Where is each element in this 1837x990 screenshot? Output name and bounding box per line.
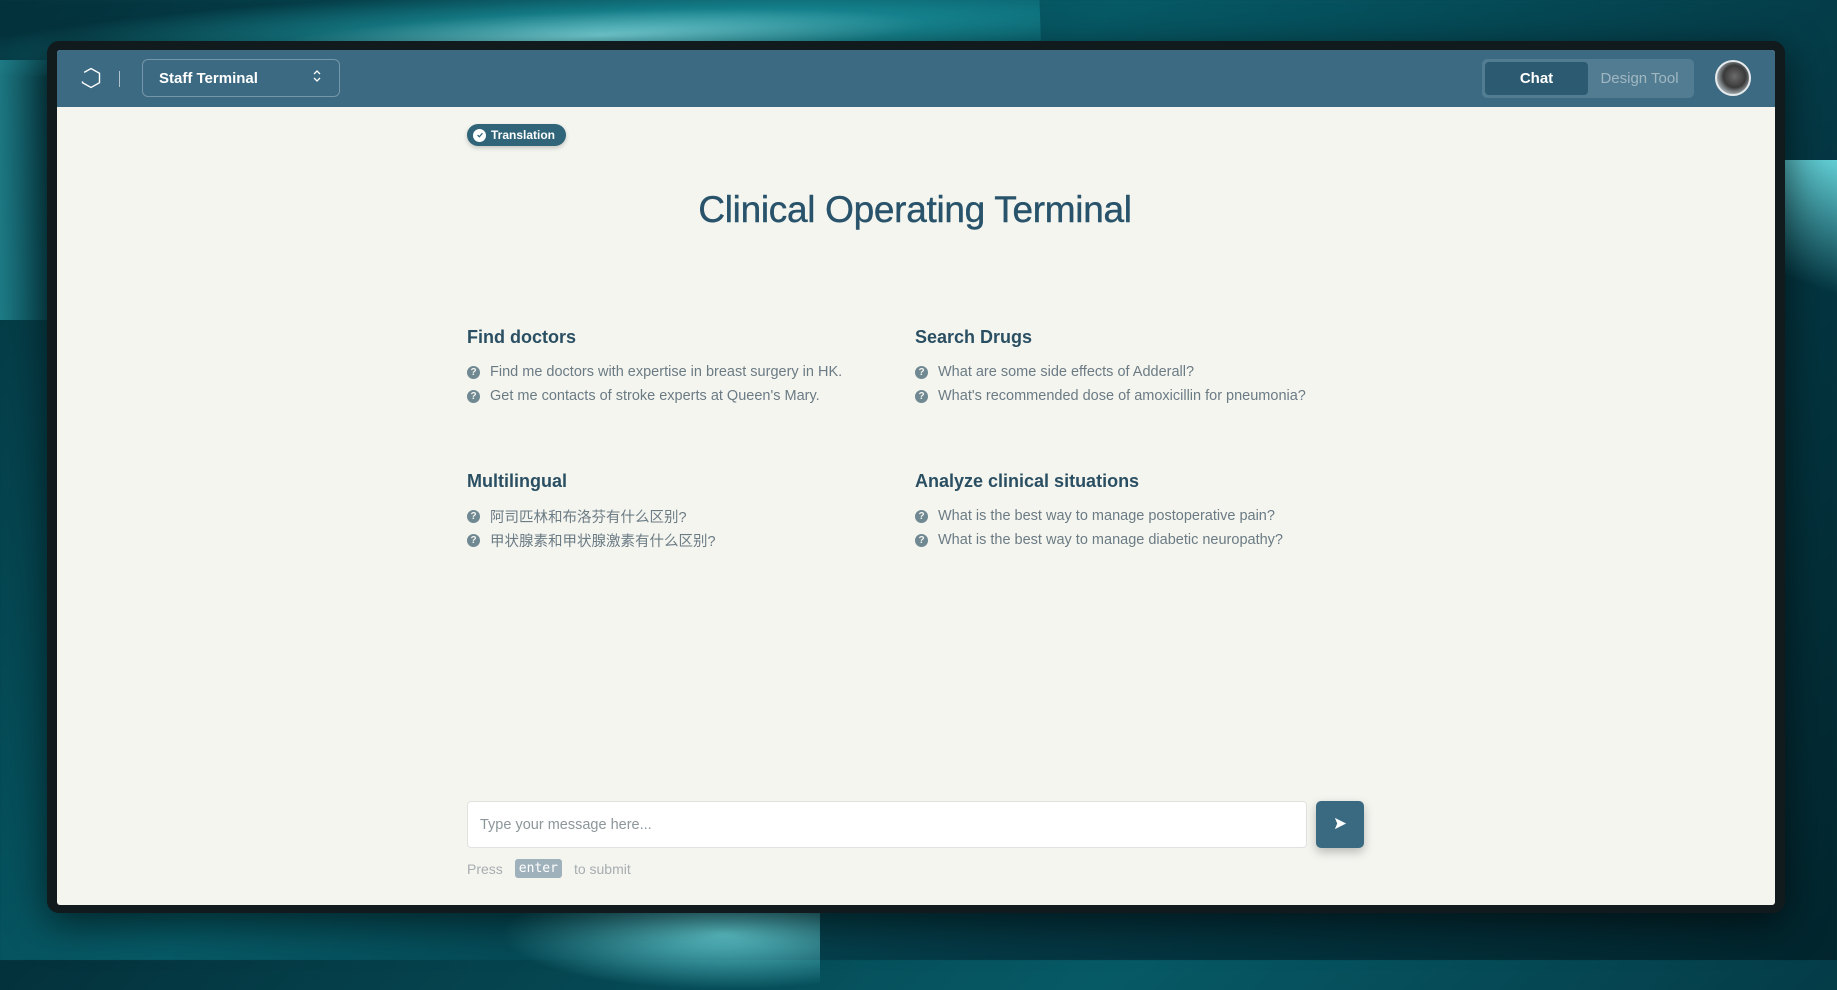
suggestion-text: Get me contacts of stroke experts at Que… [490,388,820,404]
suggestion-item[interactable]: ? 甲状腺素和甲状腺激素有什么区别? [467,528,907,552]
suggestion-text: What's recommended dose of amoxicillin f… [938,388,1306,404]
badge-label: Translation [491,128,556,142]
suggestion-item[interactable]: ? 阿司匹林和布洛芬有什么区别? [467,504,907,528]
suggestion-item[interactable]: ? What is the best way to manage postoper… [915,504,1355,528]
section-heading: Find doctors [467,327,576,347]
section-multilingual: Multilingual ? 阿司匹林和布洛芬有什么区别? ? 甲状腺素和甲状腺激素… [467,471,907,552]
check-circle-icon [473,128,486,142]
suggestion-item[interactable]: ? Get me contacts of stroke experts at Qu… [467,384,907,408]
question-circle-icon: ? [915,509,928,523]
background-streak [500,910,820,990]
suggestion-text: What is the best way to manage diabetic … [938,532,1283,548]
question-circle-icon: ? [467,533,480,547]
section-find-doctors: Find doctors ? Find me doctors with exper… [467,327,907,408]
question-circle-icon: ? [467,509,480,523]
mode-toggle: Chat Design Tool [1482,59,1694,98]
chevron-up-down-icon [311,69,323,88]
question-circle-icon: ? [467,389,480,403]
top-header: Staff Terminal Chat Design Tool [57,50,1775,107]
app-window: Staff Terminal Chat Design Tool Translat… [57,50,1775,905]
user-avatar[interactable] [1715,60,1751,96]
enter-key-badge: enter [514,859,562,878]
terminal-select-value: Staff Terminal [159,69,258,87]
section-heading: Analyze clinical situations [915,471,1140,491]
suggestion-item[interactable]: ? Find me doctors with expertise in breas… [467,360,907,384]
suggestion-text: 阿司匹林和布洛芬有什么区别? [490,509,687,526]
question-circle-icon: ? [467,365,480,379]
header-divider [119,71,120,87]
suggestion-text: What is the best way to manage postopera… [938,508,1275,524]
section-search-drugs: Search Drugs ? What are some side effects… [915,327,1355,408]
suggestion-item[interactable]: ? What's recommended dose of amoxicillin … [915,384,1355,408]
question-circle-icon: ? [915,533,928,547]
tab-design-tool[interactable]: Design Tool [1588,62,1691,95]
section-analyze-clinical: Analyze clinical situations ? What is the… [915,471,1355,552]
page-title: Clinical Operating Terminal [698,188,1132,230]
section-heading: Multilingual [467,471,567,491]
submit-hint: Press enter to submit [467,859,631,878]
suggestion-text: What are some side effects of Adderall? [938,364,1195,380]
suggestion-text: Find me doctors with expertise in breast… [490,364,843,380]
send-button[interactable] [1316,801,1364,848]
terminal-select[interactable]: Staff Terminal [142,59,340,97]
suggestion-text: 甲状腺素和甲状腺激素有什么区别? [490,533,716,550]
tab-chat[interactable]: Chat [1485,62,1588,95]
question-circle-icon: ? [915,365,928,379]
hexagon-logo-icon[interactable] [79,66,103,90]
message-input[interactable] [467,801,1307,848]
suggestion-item[interactable]: ? What is the best way to manage diabetic… [915,528,1355,552]
section-heading: Search Drugs [915,327,1033,347]
question-circle-icon: ? [915,389,928,403]
translation-badge[interactable]: Translation [467,124,567,146]
send-arrow-icon [1333,816,1348,834]
suggestion-item[interactable]: ? What are some side effects of Adderall? [915,360,1355,384]
hint-suffix: to submit [573,860,631,877]
hint-prefix: Press [467,860,503,877]
